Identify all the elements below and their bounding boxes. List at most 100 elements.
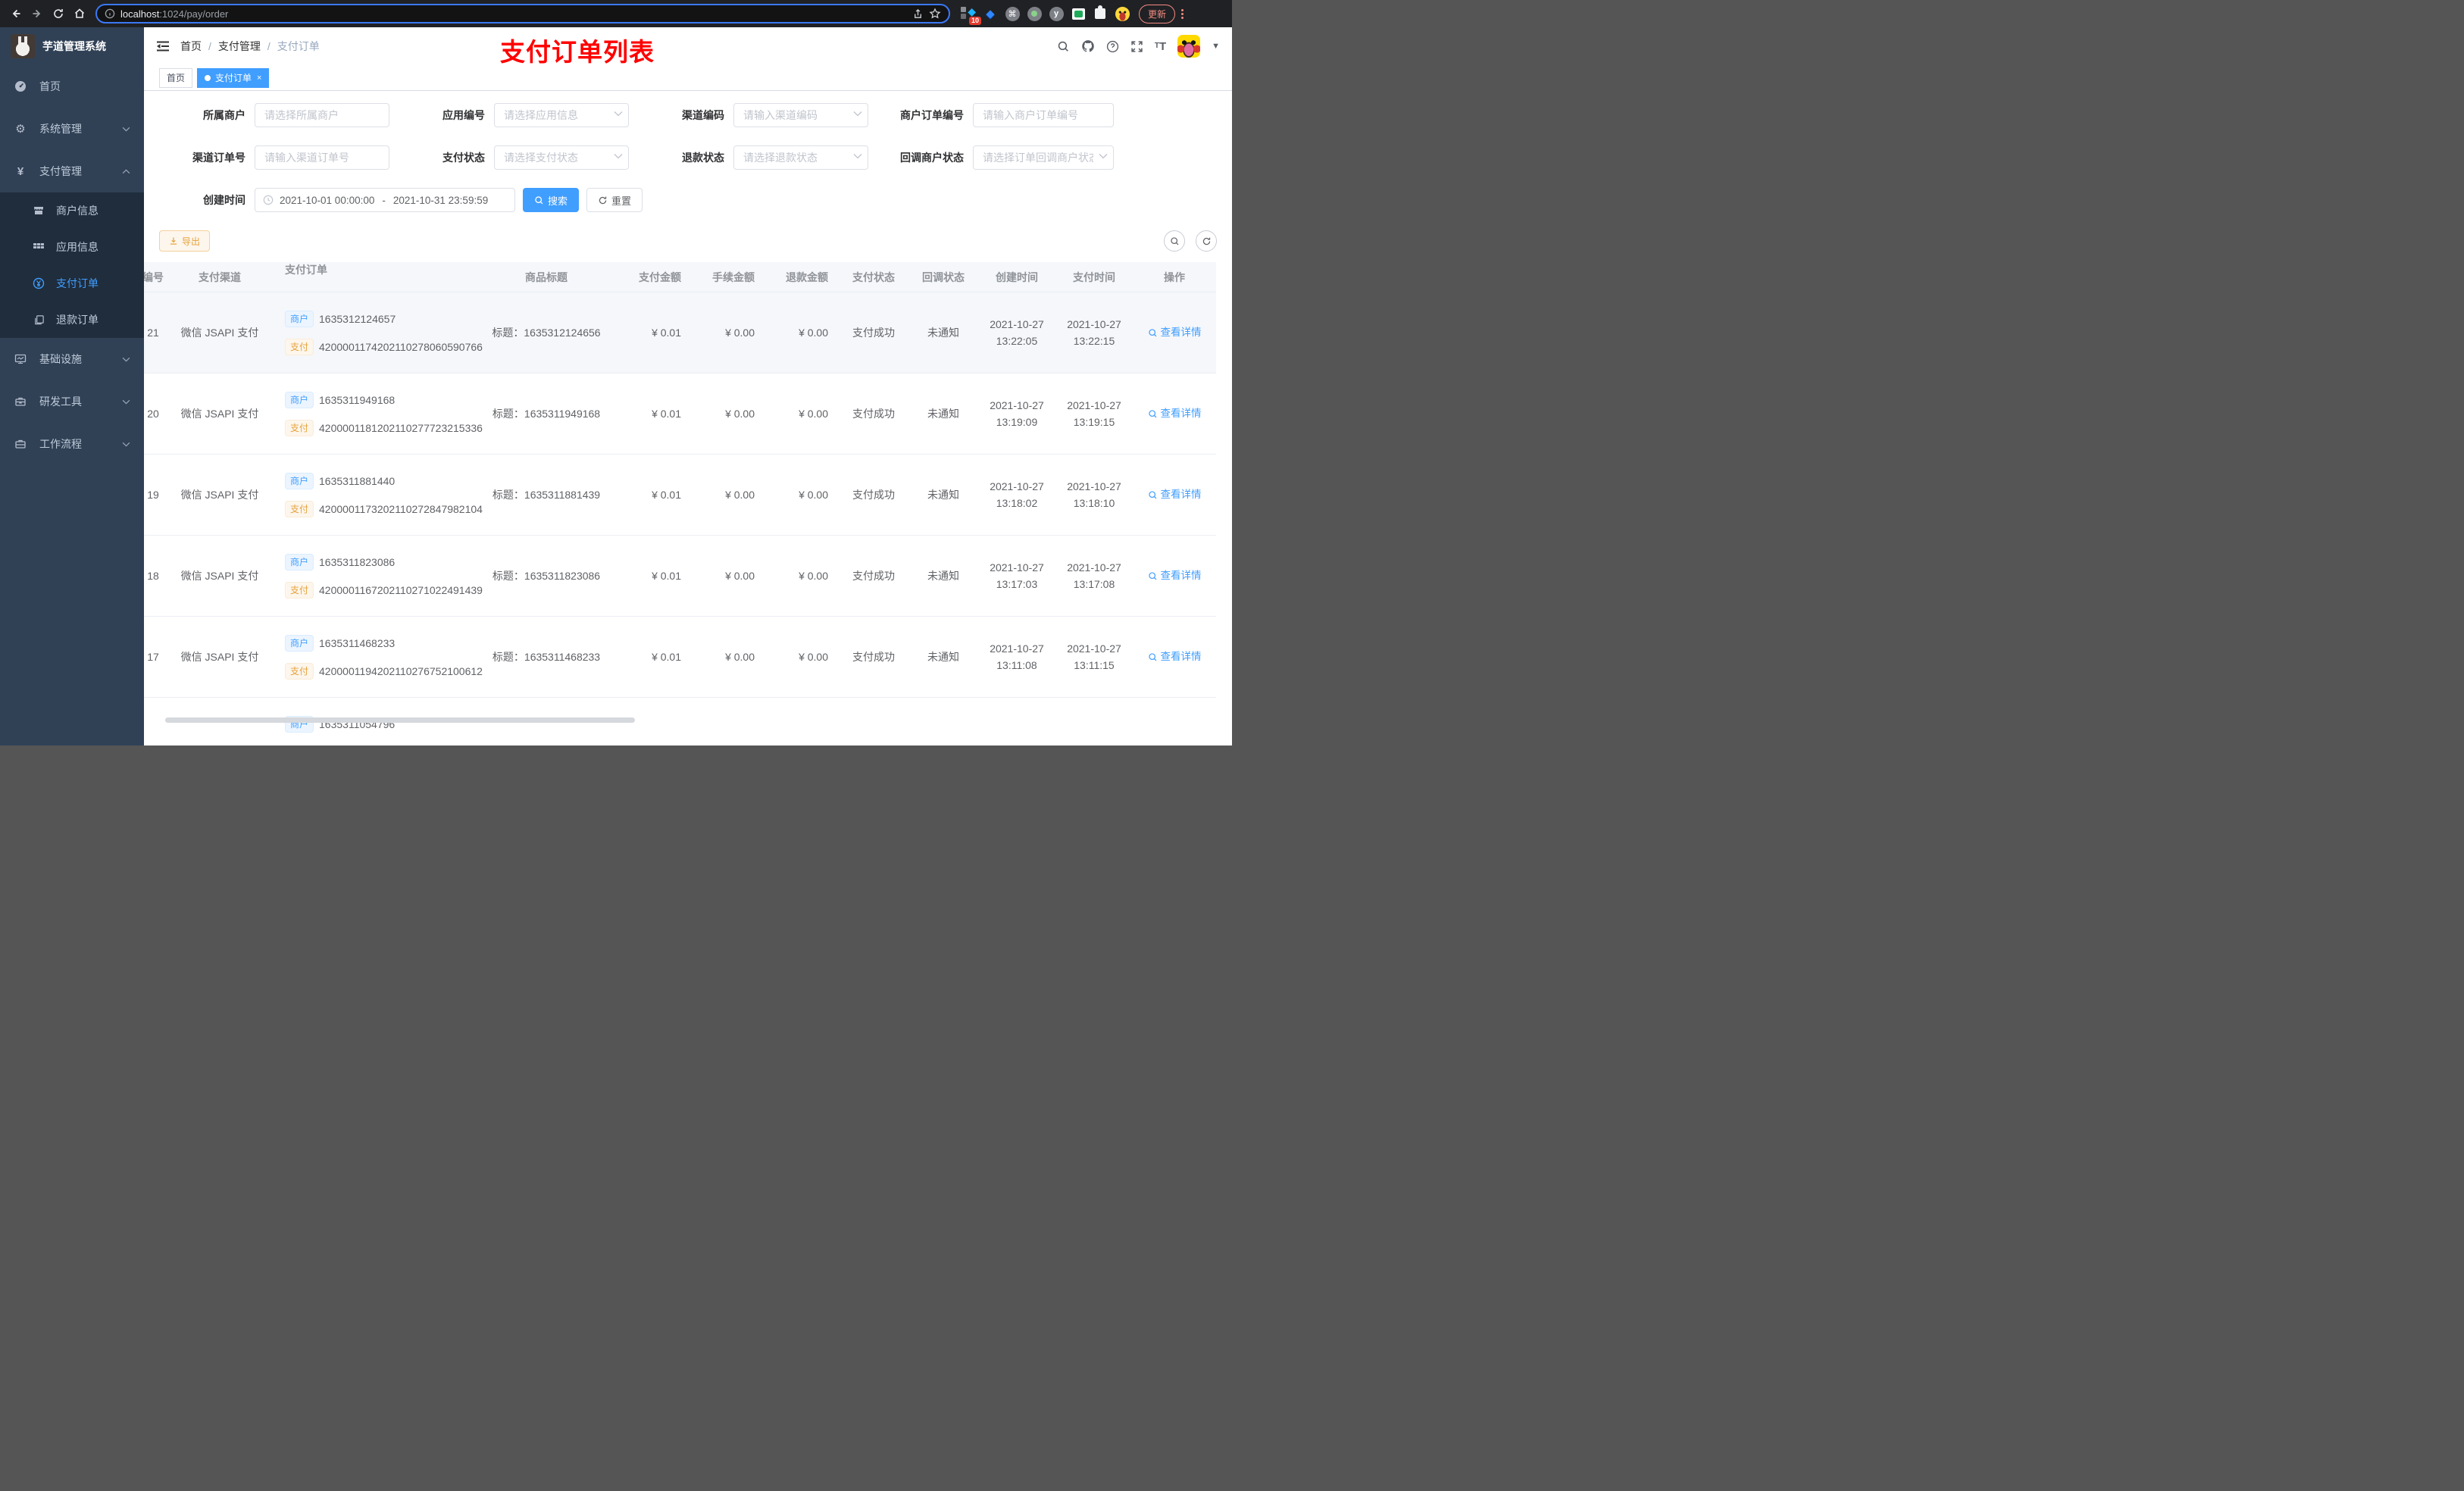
cell-channel: 微信 JSAPI 支付 <box>180 570 259 582</box>
home-icon[interactable] <box>70 4 89 23</box>
sidebar-item-system[interactable]: ⚙ 系统管理 <box>0 108 144 150</box>
cell-refund-amount: ¥ 0.00 <box>799 489 828 501</box>
column-header: 商品标题 <box>525 270 568 283</box>
sidebar-item-devtool[interactable]: 研发工具 <box>0 380 144 423</box>
site-info-icon[interactable] <box>105 8 115 19</box>
view-detail-link[interactable]: 查看详情 <box>1148 324 1202 341</box>
cell-id: 21 <box>147 327 159 339</box>
tag-home[interactable]: 首页 <box>159 67 193 88</box>
sidebar-item-workflow[interactable]: 工作流程 <box>0 423 144 465</box>
reload-icon[interactable] <box>48 4 68 23</box>
breadcrumb-pay[interactable]: 支付管理 <box>218 39 261 54</box>
view-detail-link[interactable]: 查看详情 <box>1148 405 1202 422</box>
tag-pay-order[interactable]: 支付订单 × <box>197 67 270 88</box>
cell-action: 查看详情 <box>1133 536 1216 616</box>
sidebar-item-merchant-info[interactable]: 商户信息 <box>0 192 144 229</box>
toggle-search-button[interactable] <box>1164 230 1185 252</box>
column-header: 退款金额 <box>786 270 828 283</box>
cell-pay-amount: ¥ 0.01 <box>652 489 681 501</box>
shop-icon <box>32 205 45 217</box>
column-header: 支付订单 <box>285 264 327 276</box>
column-header: 支付时间 <box>1073 270 1115 283</box>
cell-notify-status: 未通知 <box>927 651 959 663</box>
cell-pay-amount: ¥ 0.01 <box>652 327 681 339</box>
column-header: 回调状态 <box>922 270 965 283</box>
refresh-button[interactable] <box>1196 230 1217 252</box>
view-detail-link[interactable]: 查看详情 <box>1148 649 1202 665</box>
back-icon[interactable] <box>6 4 26 23</box>
pay-submenu: 商户信息 应用信息 支付订单 退款订单 <box>0 192 144 338</box>
cell-pay-status: 支付成功 <box>852 408 895 420</box>
filter-merchant: 所属商户 <box>159 103 399 127</box>
cell-fee-amount: ¥ 0.00 <box>725 489 755 501</box>
ext-avatar-icon[interactable] <box>1115 6 1130 21</box>
search-icon[interactable] <box>1057 40 1070 53</box>
ext-recorder-icon[interactable] <box>1027 6 1042 21</box>
user-avatar[interactable] <box>1177 35 1201 58</box>
table-row: 19 微信 JSAPI 支付 商户 1635311881440 支付 4200001… <box>144 455 1216 536</box>
sidebar-item-refund-order[interactable]: 退款订单 <box>0 302 144 338</box>
sidebar-item-pay[interactable]: ¥ 支付管理 <box>0 150 144 192</box>
bookmark-star-icon[interactable] <box>929 8 941 20</box>
app-select[interactable] <box>494 103 629 127</box>
cell-notify-status <box>908 698 978 746</box>
cell-id: 17 <box>147 651 159 663</box>
forward-icon[interactable] <box>27 4 47 23</box>
help-icon[interactable] <box>1106 40 1119 53</box>
reset-button[interactable]: 重置 <box>586 188 643 212</box>
refund-status-select[interactable] <box>733 145 868 170</box>
channel-order-no: 4200001181202110277723215336 <box>319 421 483 434</box>
url-bar[interactable]: localhost:1024/pay/order <box>95 4 950 23</box>
page-title-annotation: 支付订单列表 <box>500 38 655 66</box>
ext-gem-icon[interactable]: ◆ <box>983 6 998 21</box>
breadcrumb-home[interactable]: 首页 <box>180 39 202 54</box>
cell-notify-status: 未通知 <box>927 408 959 420</box>
channel-order-no-input[interactable] <box>255 145 389 170</box>
cell-order: 商户 1635311823086 支付 4200001167202110271022… <box>262 536 483 616</box>
chrome-update-button[interactable]: 更新 <box>1139 4 1176 23</box>
collapse-sidebar-icon[interactable] <box>156 40 170 52</box>
close-tag-icon[interactable]: × <box>257 73 261 83</box>
sidebar-item-app-info[interactable]: 应用信息 <box>0 229 144 265</box>
share-icon[interactable] <box>912 8 924 20</box>
pay-status-select[interactable] <box>494 145 629 170</box>
view-detail-link[interactable]: 查看详情 <box>1148 486 1202 503</box>
view-detail-link[interactable]: 查看详情 <box>1148 567 1202 584</box>
ext-tabs-icon[interactable]: ◆ 10 <box>961 6 981 25</box>
toolbox-icon <box>14 395 27 408</box>
github-icon[interactable] <box>1081 39 1095 53</box>
pay-tag: 支付 <box>285 338 314 355</box>
notify-status-select[interactable] <box>973 145 1114 170</box>
horizontal-scrollbar[interactable] <box>165 717 635 723</box>
yen-icon: ¥ <box>17 164 24 178</box>
grid-icon <box>32 241 45 253</box>
merchant-order-no: 1635311823086 <box>319 555 396 568</box>
search-button[interactable]: 搜索 <box>523 188 580 212</box>
font-size-icon[interactable]: TT <box>1155 41 1166 52</box>
merchant-select-input[interactable] <box>255 103 389 127</box>
cell-refund-amount: ¥ 0.00 <box>799 651 828 663</box>
ext-command-icon[interactable]: ⌘ <box>1005 6 1020 21</box>
breadcrumb-current: 支付订单 <box>277 40 320 52</box>
fullscreen-icon[interactable] <box>1130 40 1143 53</box>
breadcrumb: 首页 / 支付管理 / 支付订单 <box>180 39 320 54</box>
ext-y-icon[interactable]: y <box>1049 6 1064 21</box>
sidebar-item-home[interactable]: 首页 <box>0 65 144 108</box>
navbar-tools: TT ▼ <box>1057 35 1220 58</box>
sidebar-menu: 首页 ⚙ 系统管理 ¥ 支付管理 商户信息 应用信息 支付订单 退款订单 基础设… <box>0 65 144 746</box>
ext-chat-icon[interactable] <box>1071 6 1086 21</box>
sidebar-item-infra[interactable]: 基础设施 <box>0 338 144 380</box>
export-button[interactable]: 导出 <box>159 230 211 252</box>
chrome-menu-icon[interactable] <box>1177 8 1187 19</box>
column-header: 编号 <box>144 270 164 283</box>
user-menu-caret-icon[interactable]: ▼ <box>1212 42 1220 51</box>
top-navbar: 首页 / 支付管理 / 支付订单 支付订单列表 TT ▼ <box>144 27 1232 66</box>
ext-puzzle-icon[interactable] <box>1093 5 1108 21</box>
cell-action: 查看详情 <box>1133 698 1216 746</box>
channel-code-select[interactable] <box>733 103 868 127</box>
sidebar-item-pay-order[interactable]: 支付订单 <box>0 265 144 302</box>
merchant-order-no-input[interactable] <box>973 103 1114 127</box>
cell-create-time: 2021-10-27 13:11:08 <box>990 642 1044 671</box>
tags-view: 首页 支付订单 × <box>144 65 1232 91</box>
create-time-range-input[interactable]: 2021-10-01 00:00:00 - 2021-10-31 23:59:5… <box>255 188 515 212</box>
